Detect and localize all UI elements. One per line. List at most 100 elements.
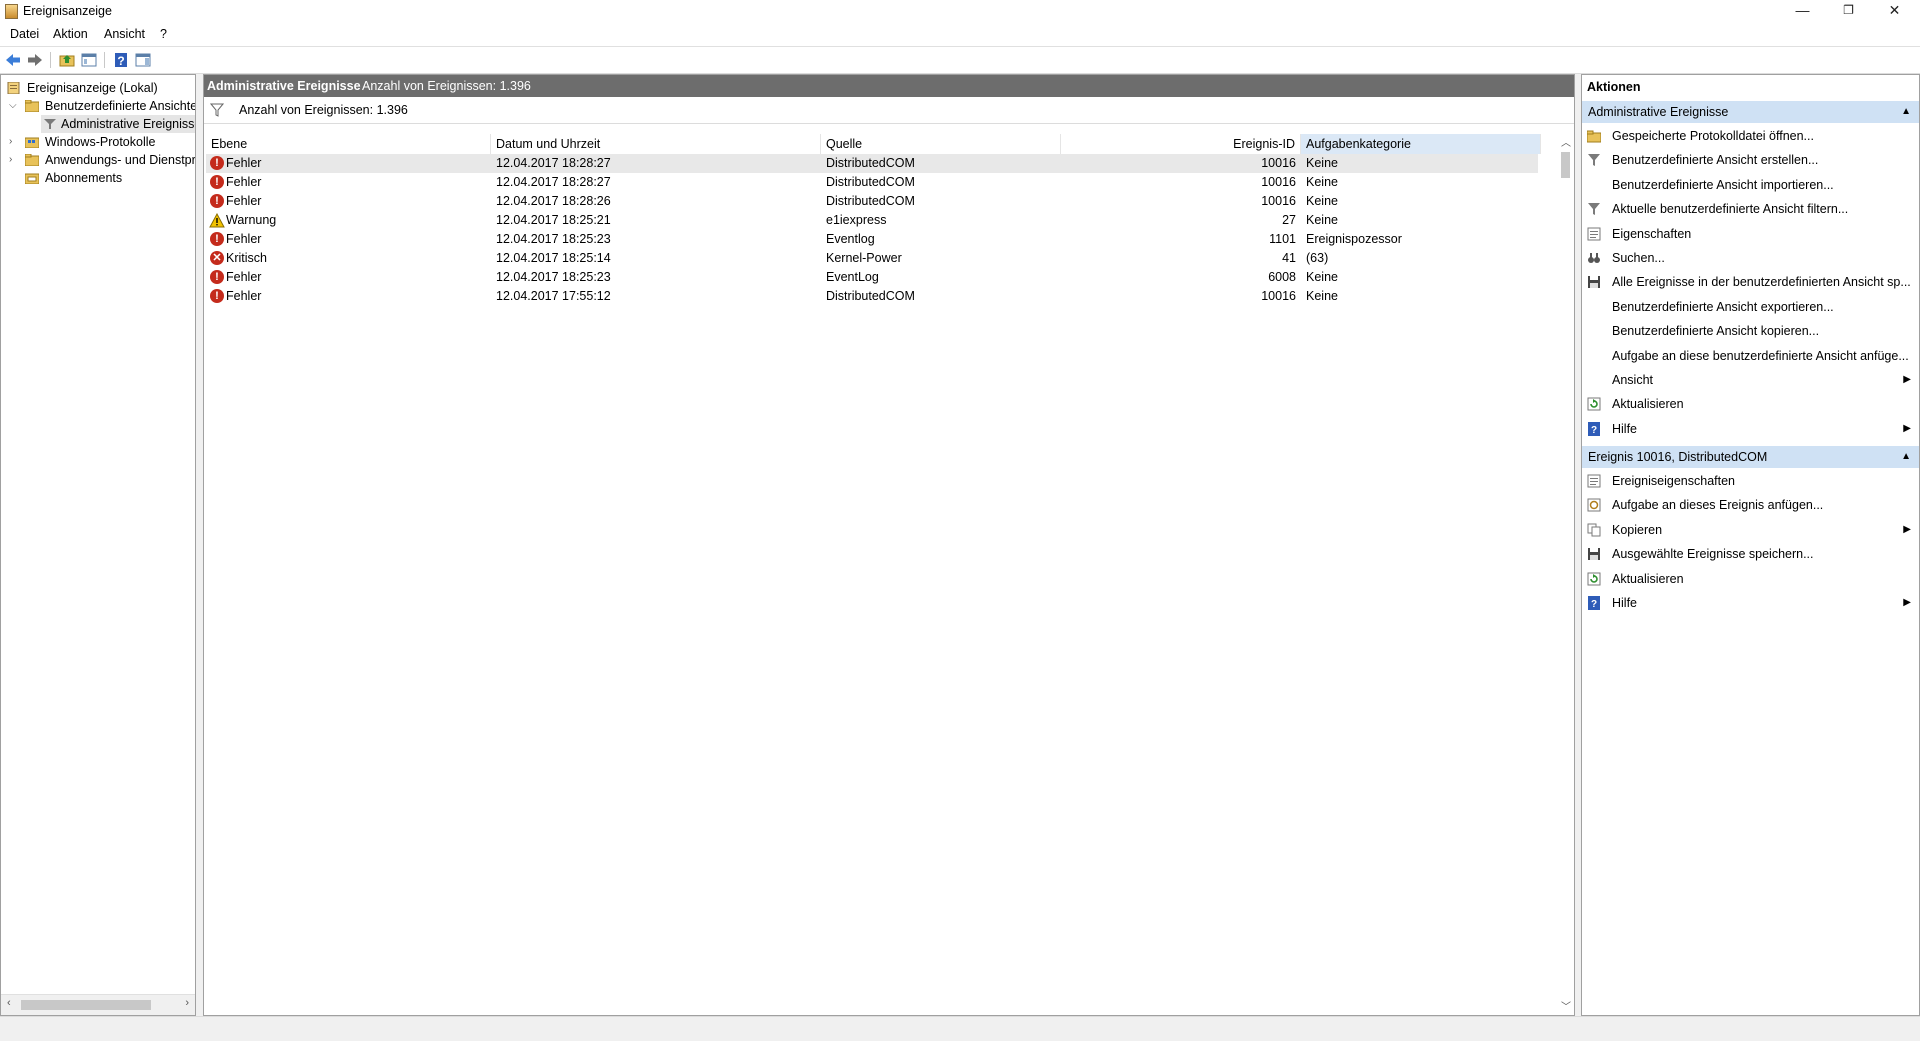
- cell-event-id: 10016: [1261, 175, 1296, 189]
- cell-event-id: 10016: [1261, 289, 1296, 303]
- back-arrow-icon[interactable]: [4, 51, 22, 69]
- expand-chevron-icon[interactable]: ›: [9, 133, 19, 151]
- folder-icon: [25, 100, 39, 112]
- restore-button[interactable]: ❐: [1826, 0, 1871, 22]
- help-icon[interactable]: ?: [112, 51, 130, 69]
- menu-view[interactable]: Ansicht: [104, 27, 145, 41]
- cell-datetime: 12.04.2017 18:25:14: [496, 251, 611, 265]
- collapse-up-icon[interactable]: ▲: [1901, 446, 1911, 468]
- binoculars-icon: [1588, 253, 1600, 263]
- column-header-event-id[interactable]: Ereignis-ID: [1061, 134, 1301, 154]
- submenu-arrow-icon: ▶: [1903, 422, 1911, 434]
- menu-file[interactable]: Datei: [10, 27, 39, 41]
- action-save-all-events[interactable]: Alle Ereignisse in der benutzerdefiniert…: [1582, 270, 1919, 294]
- action-help[interactable]: ? Hilfe ▶: [1582, 417, 1919, 441]
- tree-horizontal-scrollbar[interactable]: ‹ ›: [1, 994, 195, 1015]
- column-header-level[interactable]: Ebene: [206, 134, 491, 154]
- cell-datetime: 12.04.2017 18:25:21: [496, 213, 611, 227]
- column-header-task-category[interactable]: Aufgabenkategorie: [1301, 134, 1541, 154]
- pane-header: Administrative Ereignisse Anzahl von Ere…: [204, 75, 1574, 97]
- filter-icon: [1588, 203, 1600, 216]
- table-row[interactable]: ✕ Kritisch 12.04.2017 18:25:14 Kernel-Power…: [206, 249, 1538, 268]
- title-bar: Ereignisanzeige — ❐ ✕: [0, 0, 1920, 22]
- collapse-chevron-icon[interactable]: ⌵: [9, 97, 19, 115]
- action-pane-icon[interactable]: [134, 51, 152, 69]
- actions-section-event[interactable]: Ereignis 10016, DistributedCOM ▲: [1582, 446, 1919, 468]
- table-row[interactable]: ! Fehler 12.04.2017 18:25:23 Eventlog 1101 Er…: [206, 230, 1538, 249]
- cell-datetime: 12.04.2017 18:25:23: [496, 232, 611, 246]
- cell-source: EventLog: [826, 270, 879, 284]
- action-attach-task-event[interactable]: Aufgabe an dieses Ereignis anfügen...: [1582, 493, 1919, 517]
- tree-label-app-service-logs: Anwendungs- und Dienstprotokolle: [45, 153, 195, 167]
- action-copy[interactable]: Kopieren ▶: [1582, 518, 1919, 542]
- tree-label-admin-events: Administrative Ereignisse: [61, 117, 195, 131]
- actions-section-label: Ereignis 10016, DistributedCOM: [1588, 450, 1768, 464]
- filter-icon: [210, 103, 224, 117]
- table-row[interactable]: ! Fehler 12.04.2017 17:55:12 DistributedCOM…: [206, 287, 1538, 306]
- menu-action[interactable]: Aktion: [53, 27, 88, 41]
- menu-help[interactable]: ?: [160, 27, 167, 41]
- action-label: Suchen...: [1612, 251, 1665, 265]
- cell-task-category: (63): [1306, 251, 1329, 265]
- minimize-button[interactable]: —: [1780, 0, 1825, 22]
- action-export-custom-view[interactable]: Benutzerdefinierte Ansicht exportieren..…: [1582, 295, 1919, 319]
- column-header-datetime[interactable]: Datum und Uhrzeit: [491, 134, 821, 154]
- cell-source: Eventlog: [826, 232, 875, 246]
- cell-event-id: 41: [1282, 251, 1296, 265]
- scrollbar-thumb[interactable]: [21, 1000, 151, 1010]
- scroll-right-icon[interactable]: ›: [185, 997, 189, 1009]
- action-attach-task[interactable]: Aufgabe an diese benutzerdefinierte Ansi…: [1582, 344, 1919, 368]
- action-event-properties[interactable]: Ereigniseigenschaften: [1582, 469, 1919, 493]
- action-help[interactable]: ? Hilfe ▶: [1582, 591, 1919, 615]
- cell-task-category: Keine: [1306, 270, 1338, 284]
- table-row[interactable]: ! Fehler 12.04.2017 18:25:23 EventLog 6008 Ke…: [206, 268, 1538, 287]
- forward-arrow-icon[interactable]: [26, 51, 44, 69]
- scroll-up-icon[interactable]: ︿: [1561, 134, 1571, 149]
- scrollbar-thumb[interactable]: [1561, 152, 1570, 178]
- scroll-left-icon[interactable]: ‹: [7, 997, 11, 1009]
- refresh-icon: [1587, 397, 1601, 411]
- close-button[interactable]: ✕: [1872, 0, 1917, 22]
- cell-level: Fehler: [226, 194, 262, 208]
- actions-section-label: Administrative Ereignisse: [1588, 105, 1729, 119]
- submenu-arrow-icon: ▶: [1903, 374, 1911, 385]
- cell-task-category: Keine: [1306, 289, 1338, 303]
- action-refresh[interactable]: Aktualisieren: [1582, 567, 1919, 591]
- action-create-custom-view[interactable]: Benutzerdefinierte Ansicht erstellen...: [1582, 148, 1919, 172]
- action-open-saved-log[interactable]: Gespeicherte Protokolldatei öffnen...: [1582, 124, 1919, 148]
- event-list-vertical-scrollbar[interactable]: ︿ ﹀: [1557, 134, 1574, 1015]
- cell-event-id: 1101: [1269, 232, 1296, 246]
- cell-event-id: 6008: [1268, 270, 1296, 284]
- subscriptions-icon: [25, 173, 39, 184]
- folder-up-icon[interactable]: [58, 51, 76, 69]
- critical-icon: ✕: [210, 251, 224, 265]
- scroll-down-icon[interactable]: ﹀: [1561, 998, 1571, 1013]
- action-import-custom-view[interactable]: Benutzerdefinierte Ansicht importieren..…: [1582, 173, 1919, 197]
- cell-level: Warnung: [226, 213, 277, 227]
- cell-datetime: 12.04.2017 18:28:27: [496, 156, 611, 170]
- action-refresh[interactable]: Aktualisieren: [1582, 392, 1919, 416]
- action-properties[interactable]: Eigenschaften: [1582, 222, 1919, 246]
- collapse-up-icon[interactable]: ▲: [1901, 101, 1911, 123]
- table-row[interactable]: ! Fehler 12.04.2017 18:28:27 DistributedCOM…: [206, 173, 1538, 192]
- table-row[interactable]: Warnung 12.04.2017 18:25:21 e1iexpress 27 Ke…: [206, 211, 1538, 230]
- action-save-selected-events[interactable]: Ausgewählte Ereignisse speichern...: [1582, 542, 1919, 566]
- cell-task-category: Ereignispozessor: [1306, 232, 1402, 246]
- action-filter-custom-view[interactable]: Aktuelle benutzerdefinierte Ansicht filt…: [1582, 197, 1919, 221]
- folder-icon: [25, 154, 39, 166]
- cell-task-category: Keine: [1306, 194, 1338, 208]
- table-row[interactable]: ! Fehler 12.04.2017 18:28:26 DistributedCOM…: [206, 192, 1538, 211]
- action-view[interactable]: Ansicht ▶: [1582, 368, 1919, 392]
- actions-section-admin-events[interactable]: Administrative Ereignisse ▲: [1582, 101, 1919, 123]
- action-find[interactable]: Suchen...: [1582, 246, 1919, 270]
- windows-logs-icon: [25, 137, 39, 148]
- svg-text:?: ?: [1591, 425, 1597, 436]
- table-row[interactable]: ! Fehler 12.04.2017 18:28:27 DistributedCOM…: [206, 154, 1538, 173]
- action-copy-custom-view[interactable]: Benutzerdefinierte Ansicht kopieren...: [1582, 319, 1919, 343]
- column-header-source[interactable]: Quelle: [821, 134, 1061, 154]
- expand-chevron-icon[interactable]: ›: [9, 151, 19, 169]
- pane-title: Administrative Ereignisse: [207, 79, 361, 93]
- tree-item-admin-events[interactable]: Administrative Ereignisse: [41, 115, 195, 133]
- cell-source: DistributedCOM: [826, 175, 915, 189]
- console-tree-icon[interactable]: [80, 51, 98, 69]
